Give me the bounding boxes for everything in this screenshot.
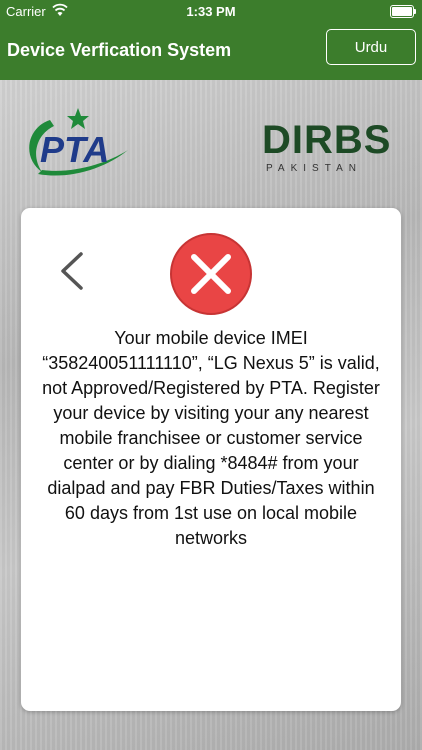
dirbs-logo: DIRBS PAKISTAN <box>262 116 398 180</box>
verification-message: Your mobile device IMEI “358240051111110… <box>42 328 380 548</box>
result-card: Your mobile device IMEI “358240051111110… <box>21 208 401 711</box>
chevron-left-icon[interactable] <box>57 250 87 292</box>
status-time: 1:33 PM <box>186 4 236 19</box>
dirbs-logo-text: DIRBS <box>262 118 392 162</box>
language-toggle-button[interactable]: Urdu <box>326 29 416 65</box>
pta-logo-text: PTA <box>40 129 109 170</box>
nav-bar: Device Verfication System Urdu <box>0 22 422 80</box>
battery-icon <box>390 5 416 18</box>
pta-logo: PTA <box>20 106 132 182</box>
dirbs-logo-subtext: PAKISTAN <box>266 163 362 174</box>
status-bar: Carrier 1:33 PM <box>0 0 422 22</box>
page-title: Device Verfication System <box>7 40 232 60</box>
error-x-icon <box>169 232 253 316</box>
